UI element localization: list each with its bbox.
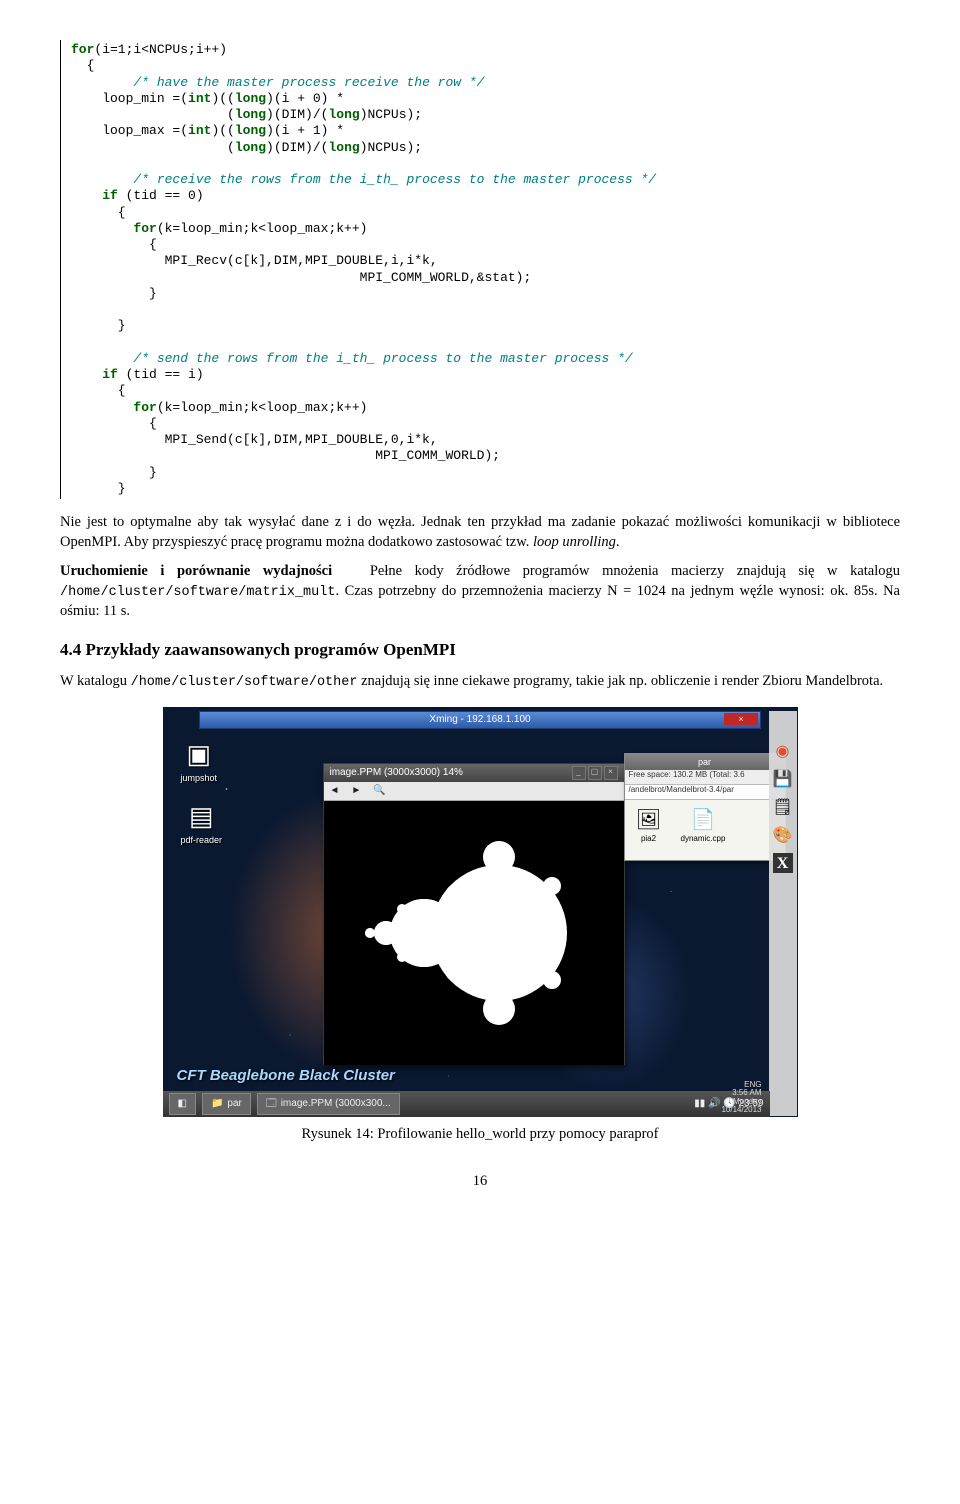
overlay-caption: CFT Beaglebone Black Cluster (177, 1066, 395, 1086)
desktop-icon-pdfreader[interactable]: ▤ pdf-reader (181, 799, 223, 846)
para1-emph: loop unrolling (533, 534, 616, 550)
path-matrix-mult: /home/cluster/software/matrix_mult (60, 585, 335, 600)
file-manager-address[interactable]: /andelbrot/Mandelbrot-3.4/par (625, 785, 785, 800)
run-in-heading: Uruchomienie i porównanie wydajności (60, 563, 332, 579)
menu-zoom-icon[interactable]: 🔍 (373, 784, 385, 798)
para3b: znajdują się inne ciekawe programy, taki… (357, 673, 883, 689)
file-manager-body: 🖼 pia2 📄 dynamic.cpp (625, 800, 785, 853)
page-number: 16 (60, 1172, 900, 1192)
clock-date: 10/14/2013 (721, 1106, 761, 1114)
file-manager-window[interactable]: par Free space: 130.2 MB (Total: 3.6 /an… (624, 753, 786, 861)
xming-title-text: Xming - 192.168.1.100 (429, 713, 530, 727)
code-block: for(i=1;i<NCPUs;i++) { /* have the maste… (60, 40, 900, 499)
menu-prev-icon[interactable]: ◄ (330, 784, 340, 798)
code-comment: /* send the rows from the i_th_ process … (102, 351, 633, 366)
cpp-file-icon: 📄 (689, 808, 717, 834)
code-comment: /* receive the rows from the i_th_ proce… (102, 172, 656, 187)
file-manager-toolbar: Free space: 130.2 MB (Total: 3.6 (625, 770, 785, 785)
taskbar[interactable]: ◧ 📁 par 🗔 image.PPM (3000x300... ▮▮ 🔊 🕓 … (163, 1091, 770, 1117)
image-viewer-window[interactable]: image.PPM (3000x3000) 14% _ ▢ × ◄ ► 🔍 (323, 763, 625, 1065)
taskbar-item[interactable]: 🗔 image.PPM (3000x300... (257, 1093, 400, 1115)
image-file-icon: 🖼 (635, 808, 663, 834)
readability-icon[interactable]: 🗒 (773, 797, 793, 817)
close-icon[interactable]: × (724, 713, 758, 725)
image-viewer-menubar[interactable]: ◄ ► 🔍 (324, 782, 624, 801)
desktop-icon-label: jumpshot (181, 772, 218, 784)
image-viewer-titlebar[interactable]: image.PPM (3000x3000) 14% _ ▢ × (324, 764, 624, 782)
figure-caption: Rysunek 14: Profilowanie hello_world prz… (60, 1125, 900, 1145)
taskbar-label: image.PPM (3000x300... (281, 1097, 391, 1111)
app-icon: ▤ (189, 799, 214, 834)
x-icon[interactable]: X (773, 853, 793, 873)
path-other: /home/cluster/software/other (131, 675, 358, 690)
para1-end: . (616, 534, 620, 550)
file-label: dynamic.cpp (681, 834, 726, 845)
para2a: Pełne kody źródłowe programów mnożenia m… (370, 563, 900, 579)
app-icon: ▣ (186, 737, 211, 772)
screenshot-figure: Xming - 192.168.1.100 × ▣ jumpshot ▤ pdf… (163, 707, 798, 1117)
taskbar-label: par (227, 1097, 241, 1111)
paragraph-2: Uruchomienie i porównanie wydajności Peł… (60, 562, 900, 621)
file-icon[interactable]: 📄 dynamic.cpp (681, 808, 726, 845)
chrome-icon[interactable]: ◉ (773, 741, 793, 761)
para1-text: Nie jest to optymalne aby tak wysyłać da… (60, 514, 900, 550)
minimize-icon[interactable]: _ (572, 766, 586, 780)
start-button[interactable]: ◧ (169, 1093, 196, 1115)
paragraph-3: W katalogu /home/cluster/software/other … (60, 672, 900, 692)
file-label: pia2 (641, 834, 656, 845)
desktop-icon-label: pdf-reader (181, 834, 223, 846)
section-heading: 4.4 Przykłady zaawansowanych programów O… (60, 639, 900, 662)
save-icon[interactable]: 💾 (773, 769, 793, 789)
mandelbrot-canvas (324, 801, 624, 1065)
palette-icon[interactable]: 🎨 (773, 825, 793, 845)
image-viewer-title-text: image.PPM (3000x3000) 14% (330, 766, 463, 780)
code-comment: /* have the master process receive the r… (102, 75, 484, 90)
system-clock[interactable]: ENG 3:56 AM Monday 10/14/2013 (721, 1081, 761, 1115)
file-manager-title[interactable]: par (625, 754, 785, 770)
paragraph-1: Nie jest to optymalne aby tak wysyłać da… (60, 513, 900, 552)
close-icon[interactable]: × (604, 766, 618, 780)
taskbar-item[interactable]: 📁 par (202, 1093, 251, 1115)
para3a: W katalogu (60, 673, 131, 689)
right-dock: ◉ 💾 🗒 🎨 X (769, 711, 797, 1116)
maximize-icon[interactable]: ▢ (588, 766, 602, 780)
xming-titlebar[interactable]: Xming - 192.168.1.100 × (199, 711, 761, 729)
desktop-icon-jumpshot[interactable]: ▣ jumpshot (181, 737, 218, 784)
file-icon[interactable]: 🖼 pia2 (635, 808, 663, 845)
menu-next-icon[interactable]: ► (351, 784, 361, 798)
